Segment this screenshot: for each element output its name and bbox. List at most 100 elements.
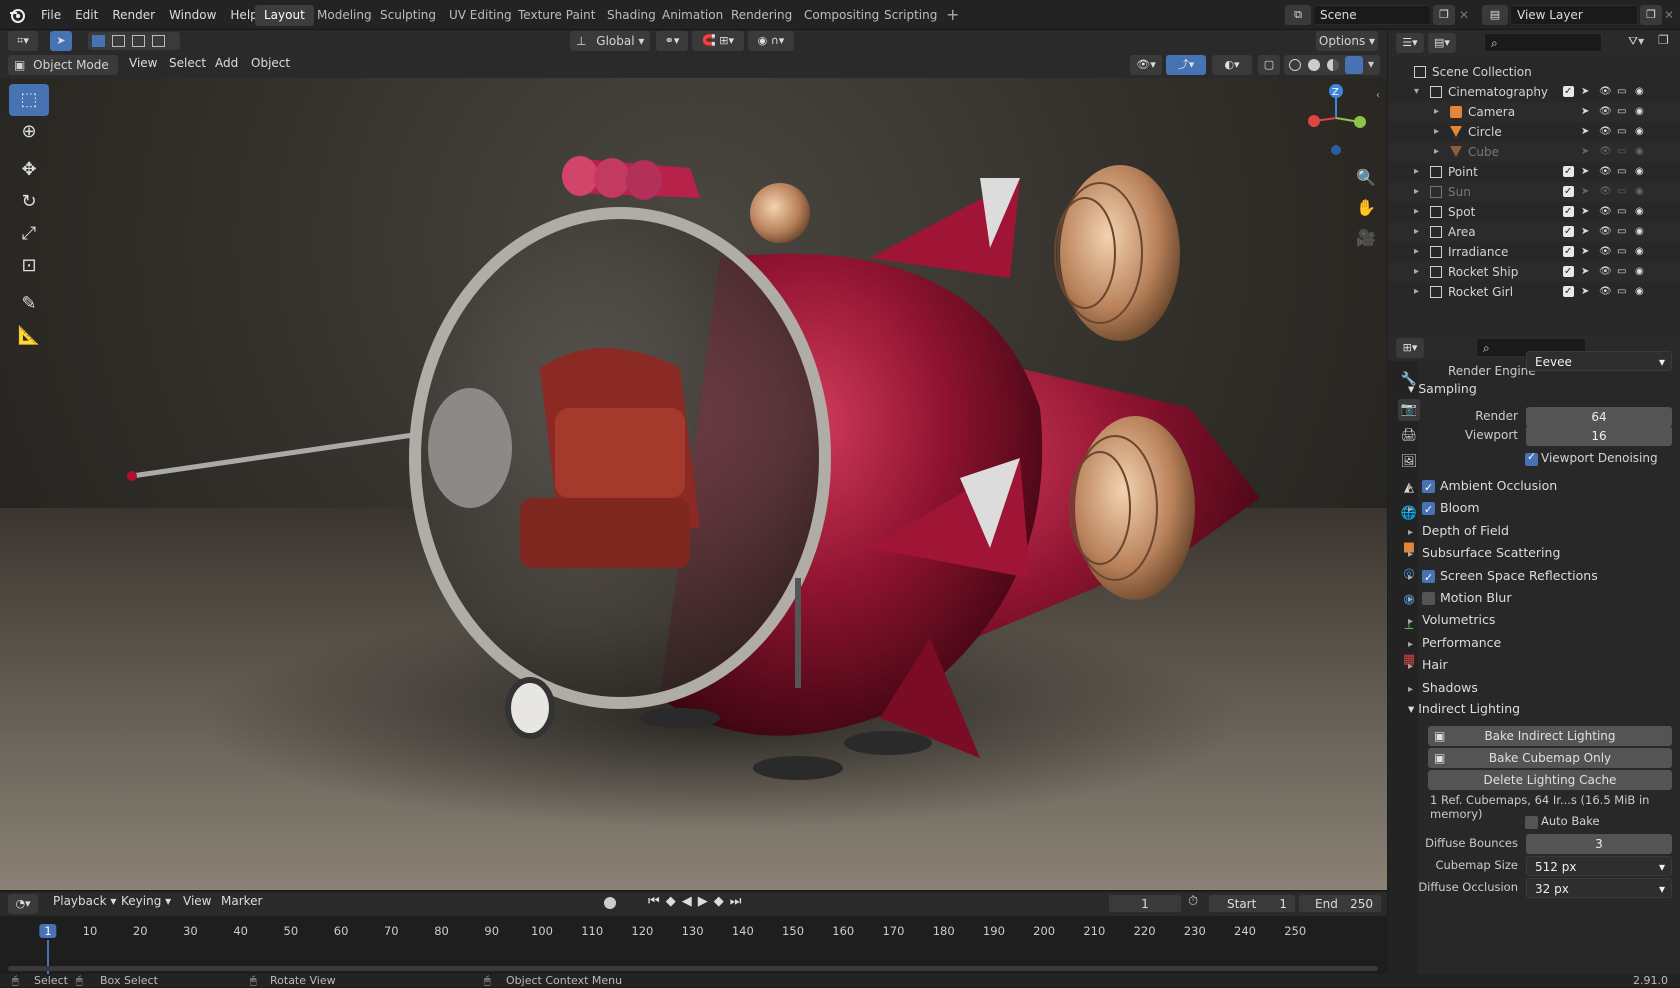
- viewport-denoising-checkbox[interactable]: [1525, 450, 1538, 466]
- render-camera-icon[interactable]: ◉: [1635, 242, 1644, 262]
- wireframe-shading-icon[interactable]: [1289, 59, 1301, 71]
- view-layer-field[interactable]: View Layer: [1510, 5, 1638, 25]
- transform-orientation[interactable]: ⊥ Global ▾: [570, 31, 650, 51]
- select-arrow-icon[interactable]: ➤: [1581, 222, 1589, 242]
- play-icon[interactable]: ▶: [698, 894, 714, 909]
- outliner-row-point[interactable]: ▸ Point ➤ 👁▭ ◉: [1388, 162, 1680, 182]
- rendered-shading-icon[interactable]: [1345, 56, 1363, 74]
- monitor-icon[interactable]: ▭: [1617, 242, 1626, 262]
- monitor-icon[interactable]: ▭: [1617, 202, 1626, 222]
- bake-indirect-button[interactable]: ▣ Bake Indirect Lighting: [1428, 726, 1672, 746]
- scene-browse-icon[interactable]: ⧉: [1285, 5, 1311, 25]
- select-arrow-icon[interactable]: ➤: [1581, 102, 1589, 122]
- delete-view-layer-icon[interactable]: ✕: [1664, 5, 1674, 25]
- overlays-icon[interactable]: ◐▾: [1212, 55, 1252, 75]
- next-keyframe-icon[interactable]: ◆: [714, 894, 730, 909]
- expand-arrow-icon[interactable]: ▸: [1434, 102, 1439, 122]
- exclude-checkbox[interactable]: [1563, 262, 1574, 282]
- select-arrow-icon[interactable]: ➤: [1581, 282, 1589, 302]
- section-ambient-occlusion[interactable]: ▸ Ambient Occlusion: [1408, 475, 1668, 499]
- monitor-icon[interactable]: ▭: [1617, 162, 1626, 182]
- expand-arrow-icon[interactable]: ▸: [1414, 162, 1419, 182]
- cursor-tool-icon[interactable]: ⊕: [9, 116, 49, 148]
- monitor-icon[interactable]: ▭: [1617, 102, 1626, 122]
- delete-cache-button[interactable]: Delete Lighting Cache: [1428, 770, 1672, 790]
- blender-logo-icon[interactable]: [8, 6, 26, 24]
- section-hair[interactable]: ▸ Hair: [1408, 654, 1668, 676]
- timeline-view-menu[interactable]: View: [176, 889, 218, 913]
- menu-file[interactable]: File: [34, 0, 68, 30]
- transform-tool-icon[interactable]: ⊡: [9, 250, 49, 282]
- view-layer-tab-icon[interactable]: 🖼: [1398, 451, 1420, 473]
- exclude-checkbox[interactable]: [1563, 202, 1574, 222]
- record-icon[interactable]: [604, 897, 616, 909]
- select-arrow-icon[interactable]: ➤: [1581, 142, 1589, 162]
- prev-keyframe-icon[interactable]: ◆: [666, 894, 682, 909]
- gizmo-toggle-icon[interactable]: ⤴▾: [1166, 55, 1206, 75]
- monitor-icon[interactable]: ▭: [1617, 182, 1626, 202]
- add-workspace-icon[interactable]: +: [946, 5, 964, 25]
- section-motion-blur[interactable]: ▸ Motion Blur: [1408, 587, 1668, 609]
- proportional-edit-icon[interactable]: ◉ ∩▾: [748, 31, 794, 51]
- exclude-checkbox[interactable]: [1563, 182, 1574, 202]
- select-arrow-icon[interactable]: ➤: [1581, 202, 1589, 222]
- timeline-scrollbar[interactable]: [8, 966, 1378, 971]
- monitor-icon[interactable]: ▭: [1617, 262, 1626, 282]
- render-camera-icon[interactable]: ◉: [1635, 202, 1644, 222]
- exclude-checkbox[interactable]: [1563, 82, 1574, 102]
- workspace-tab-sculpting[interactable]: Sculpting: [371, 5, 445, 26]
- outliner-row-irradiance[interactable]: ▸ Irradiance ➤ 👁▭ ◉: [1388, 242, 1680, 262]
- outliner-editor-icon[interactable]: ☰▾: [1396, 33, 1424, 53]
- exclude-checkbox[interactable]: [1563, 222, 1574, 242]
- render-camera-icon[interactable]: ◉: [1635, 282, 1644, 302]
- section-bloom[interactable]: ▸ Bloom: [1408, 497, 1668, 521]
- delete-scene-icon[interactable]: ✕: [1459, 5, 1469, 25]
- jump-start-icon[interactable]: ⏮: [648, 894, 666, 909]
- diffuse-bounces-field[interactable]: 3: [1526, 834, 1672, 854]
- select-box-tool-icon[interactable]: ⬚: [9, 84, 49, 116]
- view-menu[interactable]: View: [122, 50, 164, 76]
- current-frame-field[interactable]: 1: [1108, 894, 1182, 913]
- 3d-viewport[interactable]: ⬚ ⊕ ✥ ↻ ⤢ ⊡ ✎ 📐 Z 🔍 ✋ 🎥 ‹: [0, 78, 1387, 890]
- select-menu[interactable]: Select: [162, 50, 213, 76]
- section-performance[interactable]: ▸ Performance: [1408, 632, 1668, 654]
- pivot-point-icon[interactable]: ⚭▾: [656, 31, 688, 51]
- mode-invert-icon[interactable]: [152, 35, 165, 47]
- timeline-ruler[interactable]: 1 10 20 30 40 50 60 70 80 90 100 110 120 130 140 150 160…: [0, 916, 1387, 974]
- expand-arrow-icon[interactable]: ▸: [1414, 262, 1419, 282]
- eye-icon[interactable]: 👁: [1599, 142, 1612, 162]
- mode-dropdown[interactable]: ▣ Object Mode ▾: [8, 55, 118, 92]
- eye-icon[interactable]: 👁: [1599, 242, 1612, 262]
- outliner-row-rocket-girl[interactable]: ▸ Rocket Girl ➤ 👁▭ ◉: [1388, 282, 1680, 302]
- section-depth-of-field[interactable]: ▸ Depth of Field: [1408, 520, 1668, 542]
- new-view-layer-icon[interactable]: ❐: [1640, 5, 1662, 25]
- scene-collection-row[interactable]: Scene Collection: [1388, 62, 1680, 82]
- render-camera-icon[interactable]: ◉: [1635, 142, 1644, 162]
- eye-icon[interactable]: 👁: [1599, 262, 1612, 282]
- expand-arrow-icon[interactable]: ▸: [1414, 222, 1419, 242]
- section-screen-space-reflections[interactable]: ▸ Screen Space Reflections: [1408, 565, 1668, 589]
- cubemap-size-dropdown[interactable]: 512 px ▾: [1526, 856, 1672, 876]
- indirect-lighting-section[interactable]: ▾ Indirect Lighting: [1408, 698, 1520, 720]
- bake-cubemap-button[interactable]: ▣ Bake Cubemap Only: [1428, 748, 1672, 768]
- visibility-icon[interactable]: 👁▾: [1130, 55, 1162, 75]
- properties-editor-icon[interactable]: ⊞▾: [1396, 338, 1424, 358]
- current-frame-indicator[interactable]: 1: [39, 924, 57, 938]
- exclude-checkbox[interactable]: [1563, 242, 1574, 262]
- render-camera-icon[interactable]: ◉: [1635, 262, 1644, 282]
- collapse-arrow-icon[interactable]: ▾: [1414, 82, 1419, 102]
- eye-icon[interactable]: 👁: [1599, 82, 1612, 102]
- outliner-row-sun[interactable]: ▸ Sun ➤ 👁▭ ◉: [1388, 182, 1680, 202]
- render-engine-dropdown[interactable]: Eevee ▾: [1526, 351, 1672, 371]
- mode-subtract-icon[interactable]: [132, 35, 145, 47]
- timeline-editor-icon[interactable]: ◔▾: [8, 894, 38, 914]
- playback-menu[interactable]: Playback ▾: [46, 889, 123, 913]
- material-shading-icon[interactable]: [1327, 59, 1339, 71]
- eye-icon[interactable]: 👁: [1599, 182, 1612, 202]
- snap-icon[interactable]: 🧲 ⊞▾: [692, 31, 744, 51]
- start-frame-field[interactable]: Start 1: [1208, 894, 1296, 913]
- outliner-row-spot[interactable]: ▸ Spot ➤ 👁▭ ◉: [1388, 202, 1680, 222]
- workspace-tab-layout[interactable]: Layout: [255, 5, 314, 26]
- select-arrow-icon[interactable]: ➤: [1581, 82, 1589, 102]
- pan-hand-icon[interactable]: ✋: [1356, 198, 1376, 217]
